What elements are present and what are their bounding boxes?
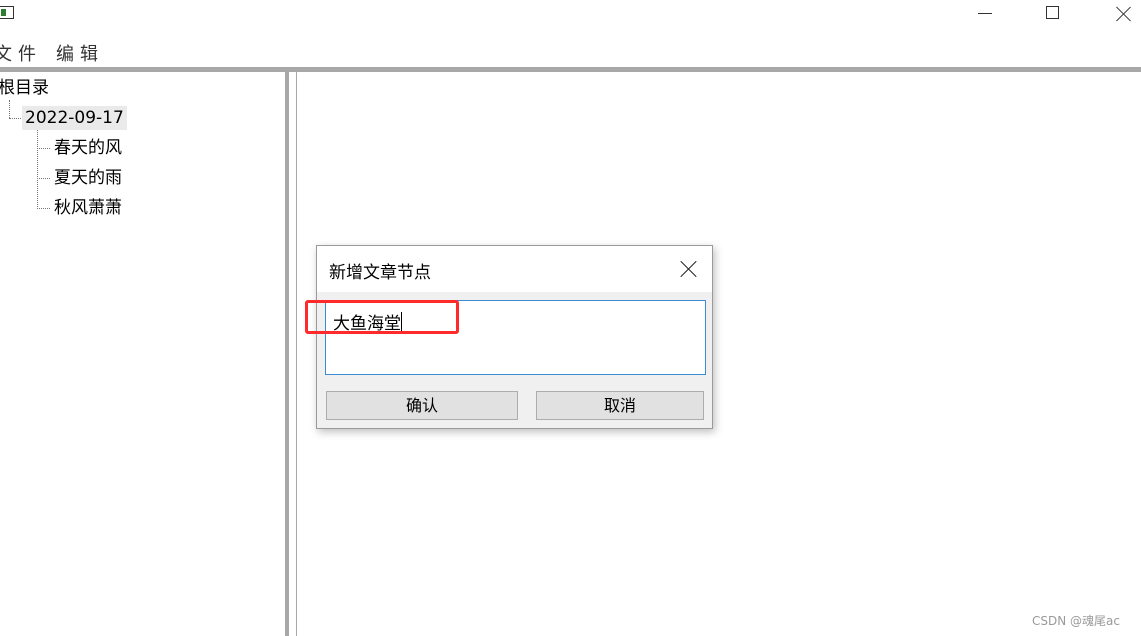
tree-panel: 根目录 2022-09-17 春天的风 夏天的雨 秋风萧萧 — [0, 72, 285, 636]
tree-node-article[interactable]: 秋风萧萧 — [54, 196, 122, 220]
close-icon[interactable] — [673, 254, 703, 284]
tree-node-article[interactable]: 夏天的雨 — [54, 166, 122, 190]
confirm-button[interactable]: 确认 — [326, 391, 518, 420]
dialog-titlebar: 新增文章节点 — [317, 246, 712, 292]
tree-connector — [9, 100, 10, 118]
tree-node-root[interactable]: 根目录 — [0, 76, 49, 100]
panel-splitter[interactable] — [285, 72, 297, 636]
cancel-button[interactable]: 取消 — [536, 391, 704, 420]
minimize-icon[interactable] — [962, 0, 1008, 30]
close-icon[interactable] — [1100, 0, 1141, 30]
tree-node-date[interactable]: 2022-09-17 — [22, 106, 127, 130]
tree-connector — [37, 148, 50, 149]
watermark: CSDN @魂尾ac — [1032, 614, 1120, 628]
tree-connector — [37, 130, 38, 209]
tree-connector — [37, 178, 50, 179]
app-icon — [0, 6, 14, 19]
new-article-dialog: 新增文章节点 大鱼海堂 确认 取消 — [316, 245, 713, 429]
tree-connector — [9, 118, 21, 119]
window-titlebar — [0, 0, 1141, 30]
tree-connector — [37, 208, 50, 209]
dialog-title: 新增文章节点 — [329, 263, 431, 283]
tree-node-article[interactable]: 春天的风 — [54, 136, 122, 160]
menu-file[interactable]: 文件 — [0, 40, 42, 66]
annotation-highlight-box — [305, 300, 459, 334]
menu-edit[interactable]: 编辑 — [56, 40, 104, 66]
maximize-icon[interactable] — [1030, 0, 1076, 30]
